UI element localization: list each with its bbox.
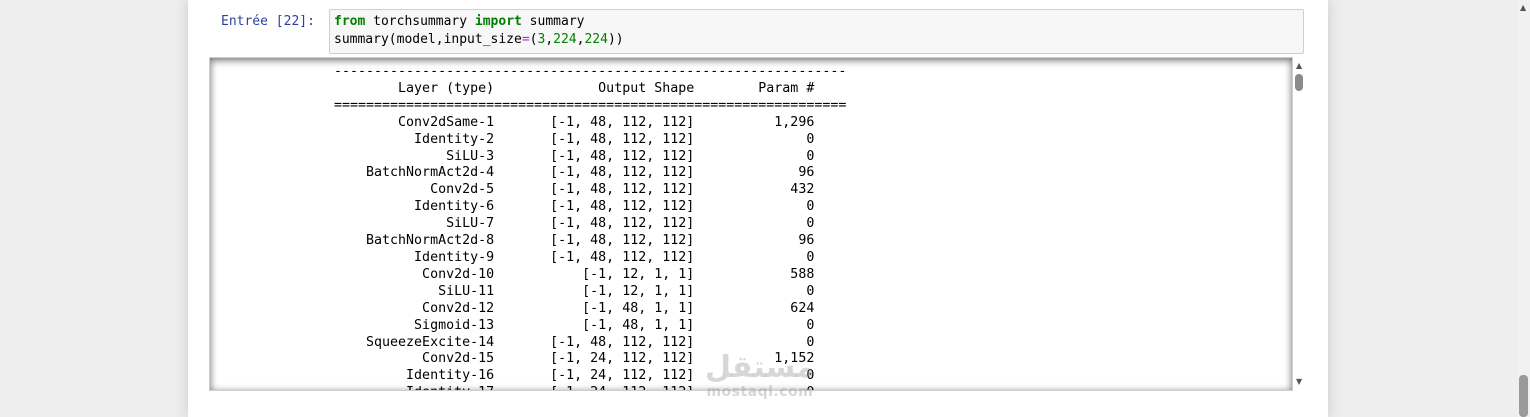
page-scrollbar-thumb[interactable] — [1519, 375, 1528, 417]
comma-1: , — [545, 32, 554, 47]
paren-close: )) — [607, 32, 624, 47]
code-line-1: from torchsummary import summary — [334, 13, 584, 30]
table-row: Identity-17 [-1, 24, 112, 112] 0 — [334, 385, 846, 390]
num-width: 224 — [584, 32, 608, 47]
keyword-import: import — [474, 14, 522, 29]
table-header: Layer (type) Output Shape Param # — [334, 80, 815, 96]
table-row: Identity-6 [-1, 48, 112, 112] 0 — [334, 199, 815, 215]
table-row: Sigmoid-13 [-1, 48, 1, 1] 0 — [334, 317, 815, 333]
table-row: BatchNormAct2d-4 [-1, 48, 112, 112] 96 — [334, 165, 815, 181]
code-input-cell[interactable]: from torchsummary import summary summary… — [329, 9, 1304, 54]
table-row: Identity-2 [-1, 48, 112, 112] 0 — [334, 131, 815, 147]
rule-top: ----------------------------------------… — [334, 64, 847, 79]
table-row: Conv2d-12 [-1, 48, 1, 1] 624 — [334, 300, 815, 316]
table-row: SqueezeExcite-14 [-1, 48, 112, 112] 0 — [334, 334, 815, 350]
page-scrollbar[interactable] — [1518, 0, 1530, 417]
output-scrollbar-thumb[interactable] — [1295, 74, 1303, 91]
rule-double: ========================================… — [334, 97, 847, 113]
keyword-from: from — [334, 14, 366, 29]
num-height: 224 — [553, 32, 577, 47]
page-scroll-up-arrow-icon[interactable]: ▲ — [1520, 3, 1526, 12]
table-row: SiLU-11 [-1, 12, 1, 1] 0 — [334, 283, 815, 299]
module-name: torchsummary — [365, 14, 475, 29]
table-row: SiLU-7 [-1, 48, 112, 112] 0 — [334, 216, 815, 232]
equals-operator: = — [521, 32, 530, 47]
import-name: summary — [521, 14, 585, 29]
table-row: Conv2dSame-1 [-1, 48, 112, 112] 1,296 — [334, 114, 815, 130]
table-row: SiLU-3 [-1, 48, 112, 112] 0 — [334, 148, 815, 164]
table-row: Conv2d-10 [-1, 12, 1, 1] 588 — [334, 266, 815, 282]
paren-open: ( — [529, 32, 538, 47]
table-row: Identity-16 [-1, 24, 112, 112] 0 — [334, 368, 815, 384]
scroll-up-arrow-icon[interactable]: ▲ — [1296, 62, 1302, 70]
table-row: BatchNormAct2d-8 [-1, 48, 112, 112] 96 — [334, 233, 815, 249]
output-area[interactable]: ----------------------------------------… — [209, 57, 1293, 391]
scroll-down-arrow-icon[interactable]: ▼ — [1296, 378, 1302, 386]
code-line-2: summary(model,input_size=(3,224,224)) — [334, 31, 624, 48]
call-prefix: summary(model,input_size — [334, 32, 522, 47]
table-row: Conv2d-15 [-1, 24, 112, 112] 1,152 — [334, 351, 815, 367]
input-prompt: Entrée [22]: — [221, 14, 315, 29]
summary-output-text: ----------------------------------------… — [334, 64, 847, 390]
table-row: Conv2d-5 [-1, 48, 112, 112] 432 — [334, 182, 815, 198]
table-row: Identity-9 [-1, 48, 112, 112] 0 — [334, 249, 815, 265]
